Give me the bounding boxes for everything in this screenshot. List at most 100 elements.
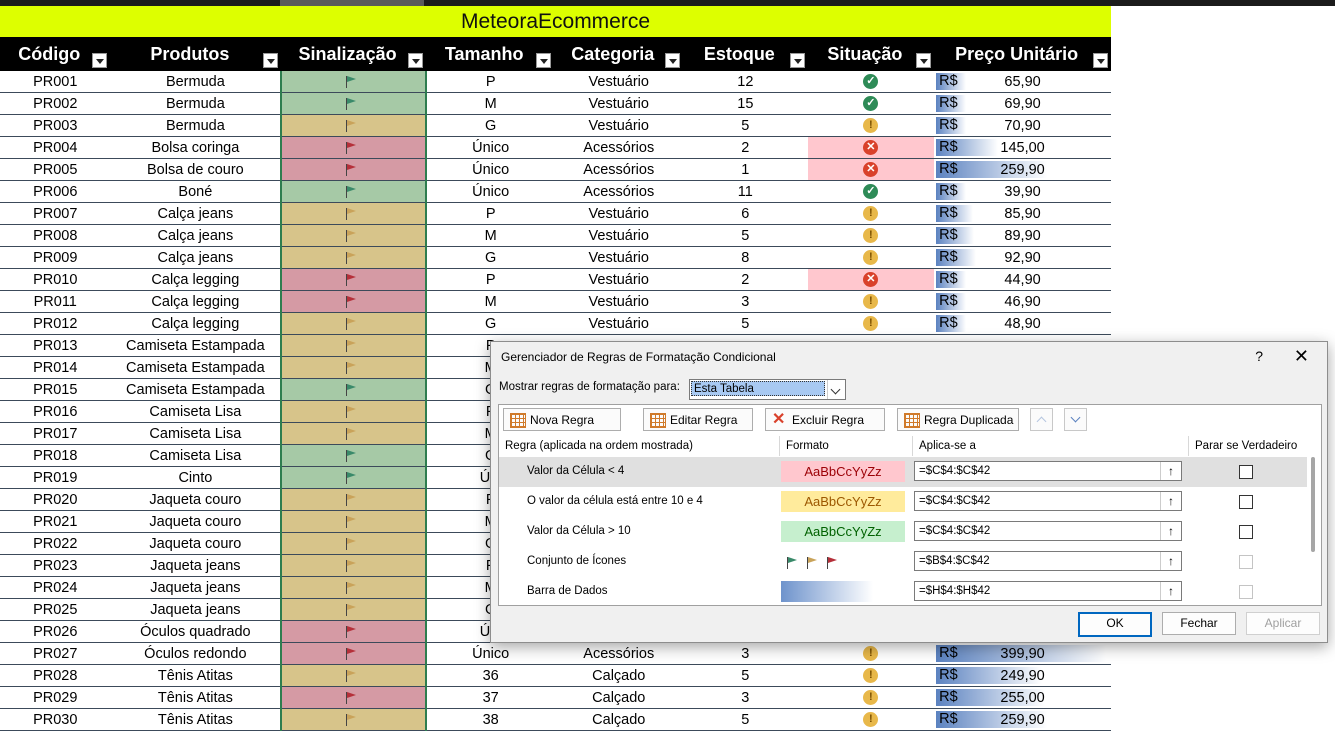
cell-category[interactable]: Vestuário xyxy=(554,202,684,225)
cell-flag[interactable] xyxy=(280,686,427,709)
cell-flag[interactable] xyxy=(280,708,427,731)
cell-size[interactable]: P xyxy=(425,268,555,291)
cell-status[interactable]: ! xyxy=(807,708,935,731)
cell-status[interactable]: ! xyxy=(807,202,935,225)
cell-size[interactable]: Único xyxy=(425,180,555,203)
cell-price[interactable]: R$ 145,00 xyxy=(934,136,1111,159)
cell-status[interactable]: ! xyxy=(807,224,935,247)
filter-dropdown-icon[interactable] xyxy=(407,53,423,68)
cell-price[interactable]: R$ 399,90 xyxy=(934,642,1111,665)
collapse-range-icon[interactable]: ↑ xyxy=(1160,582,1181,600)
cell-size[interactable]: G xyxy=(425,114,555,137)
cell-flag[interactable] xyxy=(280,378,427,401)
filter-dropdown-icon[interactable] xyxy=(263,53,279,68)
help-button[interactable]: ? xyxy=(1255,348,1263,364)
cell-size[interactable]: M xyxy=(425,92,555,115)
cell-flag[interactable] xyxy=(280,114,427,137)
cell-product[interactable]: Boné xyxy=(110,180,282,203)
cell-flag[interactable] xyxy=(280,290,427,313)
collapse-range-icon[interactable]: ↑ xyxy=(1160,552,1181,570)
cell-stock[interactable]: 12 xyxy=(683,71,808,93)
collapse-range-icon[interactable]: ↑ xyxy=(1160,492,1181,510)
cell-price[interactable]: R$ 39,90 xyxy=(934,180,1111,203)
cell-flag[interactable] xyxy=(280,92,427,115)
cell-status[interactable]: ✓ xyxy=(807,92,935,115)
cell-product[interactable]: Calça jeans xyxy=(110,224,282,247)
cell-product[interactable]: Camiseta Estampada xyxy=(110,356,282,379)
cell-code[interactable]: PR030 xyxy=(0,708,111,731)
cell-status[interactable]: ! xyxy=(807,664,935,687)
cell-flag[interactable] xyxy=(280,224,427,247)
cell-product[interactable]: Jaqueta jeans xyxy=(110,576,282,599)
cell-category[interactable]: Acessórios xyxy=(554,158,684,181)
filter-dropdown-icon[interactable] xyxy=(665,53,681,68)
cell-product[interactable]: Jaqueta jeans xyxy=(110,554,282,577)
cell-stock[interactable]: 1 xyxy=(683,158,808,181)
cell-price[interactable]: R$ 89,90 xyxy=(934,224,1111,247)
rule-row[interactable]: Valor da Célula < 4 AaBbCcYyZz =$C$4:$C$42… xyxy=(499,457,1307,487)
cell-code[interactable]: PR019 xyxy=(0,466,111,489)
cell-code[interactable]: PR016 xyxy=(0,400,111,423)
cell-product[interactable]: Cinto xyxy=(110,466,282,489)
cell-product[interactable]: Jaqueta jeans xyxy=(110,598,282,621)
cell-price[interactable]: R$ 65,90 xyxy=(934,71,1111,93)
cell-product[interactable]: Bermuda xyxy=(110,114,282,137)
cell-category[interactable]: Vestuário xyxy=(554,312,684,335)
cell-product[interactable]: Calça legging xyxy=(110,312,282,335)
cell-product[interactable]: Tênis Atitas xyxy=(110,686,282,709)
cell-status[interactable]: ! xyxy=(807,246,935,269)
apply-button[interactable]: Aplicar xyxy=(1246,612,1320,635)
cell-category[interactable]: Calçado xyxy=(554,708,684,731)
stop-if-true-checkbox[interactable] xyxy=(1239,555,1253,569)
cell-size[interactable]: Único xyxy=(425,642,555,665)
duplicate-rule-button[interactable]: Regra Duplicada xyxy=(897,408,1019,431)
cell-status[interactable]: ! xyxy=(807,642,935,665)
cell-price[interactable]: R$ 48,90 xyxy=(934,312,1111,335)
cell-flag[interactable] xyxy=(280,532,427,555)
cell-product[interactable]: Óculos quadrado xyxy=(110,620,282,643)
cell-code[interactable]: PR012 xyxy=(0,312,111,335)
collapse-range-icon[interactable]: ↑ xyxy=(1160,462,1181,480)
cell-code[interactable]: PR015 xyxy=(0,378,111,401)
cell-code[interactable]: PR007 xyxy=(0,202,111,225)
cell-status[interactable]: ! xyxy=(807,686,935,709)
stop-if-true-checkbox[interactable] xyxy=(1239,525,1253,539)
cell-status[interactable]: ! xyxy=(807,290,935,313)
cell-flag[interactable] xyxy=(280,664,427,687)
cell-stock[interactable]: 5 xyxy=(683,312,808,335)
cell-code[interactable]: PR006 xyxy=(0,180,111,203)
cell-code[interactable]: PR020 xyxy=(0,488,111,511)
cell-product[interactable]: Jaqueta couro xyxy=(110,532,282,555)
cell-price[interactable]: R$ 259,90 xyxy=(934,708,1111,731)
cell-code[interactable]: PR009 xyxy=(0,246,111,269)
cell-status[interactable]: ! xyxy=(807,114,935,137)
cell-category[interactable]: Vestuário xyxy=(554,92,684,115)
cell-flag[interactable] xyxy=(280,554,427,577)
cell-product[interactable]: Calça legging xyxy=(110,290,282,313)
cell-flag[interactable] xyxy=(280,642,427,665)
cell-category[interactable]: Acessórios xyxy=(554,642,684,665)
cell-category[interactable]: Vestuário xyxy=(554,71,684,93)
cell-category[interactable]: Vestuário xyxy=(554,268,684,291)
cell-flag[interactable] xyxy=(280,444,427,467)
cell-flag[interactable] xyxy=(280,576,427,599)
cell-flag[interactable] xyxy=(280,158,427,181)
filter-dropdown-icon[interactable] xyxy=(536,53,552,68)
cell-stock[interactable]: 2 xyxy=(683,136,808,159)
cell-product[interactable]: Jaqueta couro xyxy=(110,488,282,511)
cell-category[interactable]: Vestuário xyxy=(554,224,684,247)
rule-row[interactable]: Valor da Célula > 10 AaBbCcYyZz =$C$4:$C$4… xyxy=(499,517,1307,547)
cell-code[interactable]: PR014 xyxy=(0,356,111,379)
cell-code[interactable]: PR027 xyxy=(0,642,111,665)
filter-dropdown-icon[interactable] xyxy=(789,53,805,68)
cell-code[interactable]: PR024 xyxy=(0,576,111,599)
cell-code[interactable]: PR008 xyxy=(0,224,111,247)
cell-flag[interactable] xyxy=(280,136,427,159)
ok-button[interactable]: OK xyxy=(1078,612,1152,637)
cell-size[interactable]: 38 xyxy=(425,708,555,731)
cell-size[interactable]: Único xyxy=(425,136,555,159)
cell-product[interactable]: Camiseta Lisa xyxy=(110,400,282,423)
move-up-button[interactable] xyxy=(1030,408,1053,431)
cell-status[interactable]: ✓ xyxy=(807,71,935,93)
cell-flag[interactable] xyxy=(280,598,427,621)
